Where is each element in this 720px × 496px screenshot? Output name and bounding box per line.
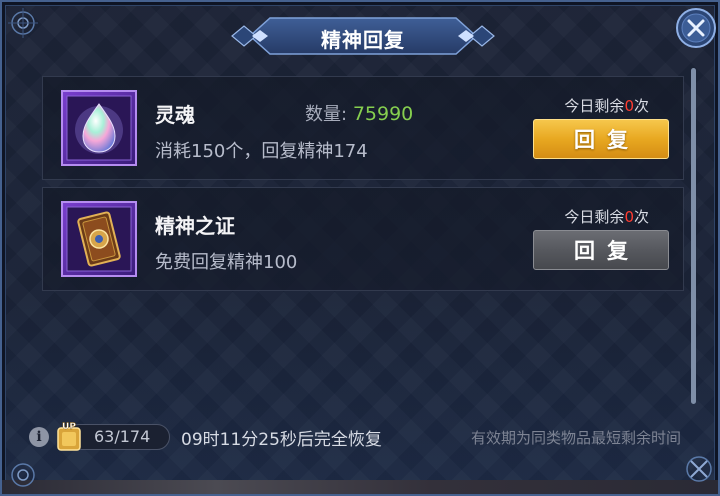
footer: i UP 63/174 09时11分25秒后完全恢复 有效期为同类物品最短剩余时…: [2, 416, 720, 456]
bottom-strip: [2, 480, 718, 494]
restore-dialog: 精神回复 灵魂 数量: 75990 消耗150个，回复精神174 今日剩余0次 …: [0, 0, 720, 496]
title-banner: 精神回复: [230, 16, 496, 56]
quantity-value: 75990: [352, 103, 414, 125]
stamina-badge: UP: [62, 422, 76, 432]
item-name: 精神之证: [155, 214, 235, 238]
spirit-card-icon: [61, 201, 137, 277]
item-description: 消耗150个，回复精神174: [155, 141, 368, 162]
daily-limit: 今日剩余0次: [564, 95, 649, 116]
item-list: 灵魂 数量: 75990 消耗150个，回复精神174 今日剩余0次 回复 精神…: [42, 76, 684, 298]
corner-ornament-icon: [6, 458, 40, 492]
info-icon[interactable]: i: [29, 427, 49, 447]
stamina-value: 63/174: [94, 427, 151, 446]
corner-ornament-icon: [6, 6, 40, 40]
restore-button[interactable]: 回复: [533, 230, 669, 270]
item-description: 免费回复精神100: [155, 252, 298, 273]
recover-time: 09时11分25秒后完全恢复: [181, 430, 382, 450]
quantity-label: 数量:: [305, 104, 348, 125]
limit-prefix: 今日剩余: [564, 208, 625, 226]
close-button[interactable]: [674, 6, 718, 50]
list-item: 灵魂 数量: 75990 消耗150个，回复精神174 今日剩余0次 回复: [42, 76, 684, 180]
item-name: 灵魂: [155, 103, 195, 127]
limit-count: 0: [624, 208, 634, 226]
limit-count: 0: [624, 97, 634, 115]
list-item: 精神之证 免费回复精神100 今日剩余0次 回复: [42, 187, 684, 291]
stamina-up-icon: UP: [52, 420, 86, 454]
validity-note: 有效期为同类物品最短剩余时间: [470, 429, 681, 447]
restore-button[interactable]: 回复: [533, 119, 669, 159]
daily-limit: 今日剩余0次: [564, 206, 649, 227]
limit-suffix: 次: [633, 97, 649, 115]
close-icon: [676, 8, 716, 48]
dialog-title: 精神回复: [321, 28, 405, 52]
scrollbar[interactable]: [691, 68, 696, 404]
limit-prefix: 今日剩余: [564, 97, 625, 115]
item-quantity: 数量: 75990: [305, 100, 413, 126]
corner-ornament-icon: [682, 452, 716, 486]
limit-suffix: 次: [633, 208, 649, 226]
soul-gem-icon: [61, 90, 137, 166]
